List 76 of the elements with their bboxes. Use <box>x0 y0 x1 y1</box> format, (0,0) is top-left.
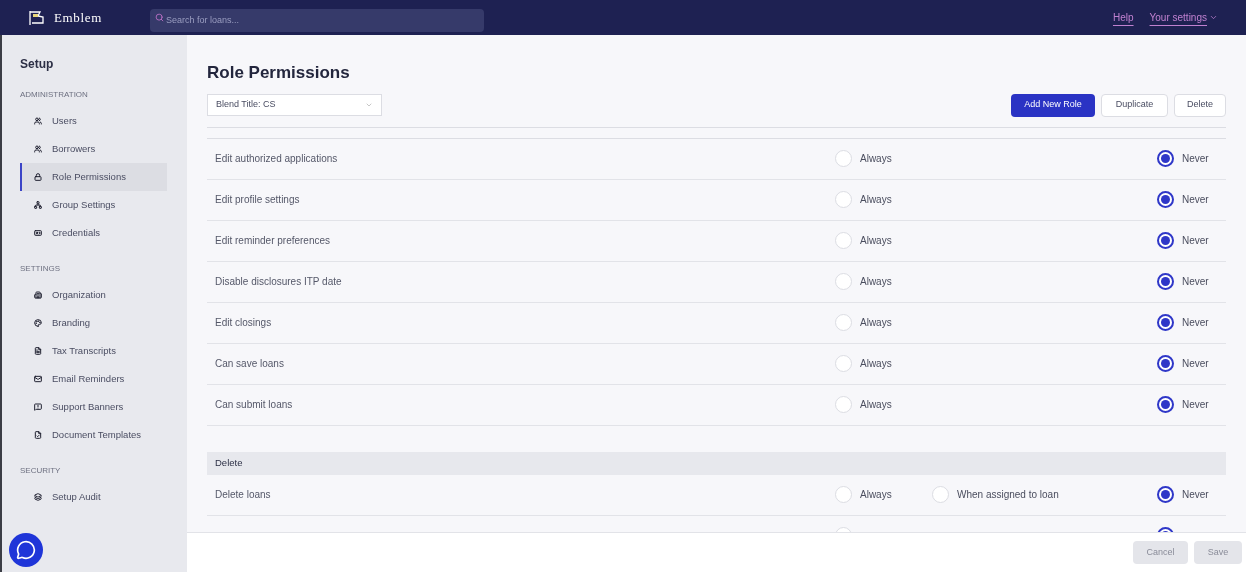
permission-label: Disable disclosures ITP date <box>215 275 343 289</box>
flag-logo-icon <box>28 9 46 26</box>
radio-label: Never <box>1182 234 1209 248</box>
radio-label: Always <box>860 357 892 371</box>
building-icon <box>34 291 42 299</box>
sidebar-heading: SETTINGS <box>19 263 61 275</box>
radio-label: When assigned to loan <box>957 488 1059 502</box>
radio-label: Never <box>1182 152 1209 166</box>
search-field[interactable]: Search for loans... <box>149 8 484 32</box>
sidebar-item[interactable]: Tax Transcripts <box>20 337 167 365</box>
permission-label: Edit authorized applications <box>215 152 339 166</box>
caret-icon <box>1209 13 1218 22</box>
radio-label: Never <box>1182 398 1209 412</box>
sidebar-item[interactable]: Group Settings <box>20 191 167 219</box>
radio-label: Never <box>1182 275 1209 289</box>
section-header: Delete <box>207 451 1226 475</box>
lock-icon <box>34 173 42 181</box>
people-icon <box>34 145 42 153</box>
search-icon <box>154 13 164 22</box>
sidebar-item[interactable]: Role Permissions <box>20 163 167 191</box>
radio-button[interactable] <box>1157 232 1174 249</box>
radio-button[interactable] <box>1157 355 1174 372</box>
permission-label: Can save loans <box>215 357 285 371</box>
role-select[interactable]: Blend Title: CS <box>207 94 382 116</box>
sidebar-item[interactable]: Organization <box>20 281 167 309</box>
radio-button[interactable] <box>1157 150 1174 167</box>
radio-label: Never <box>1182 488 1209 502</box>
radio-label: Always <box>860 234 892 248</box>
palette-icon <box>34 319 42 327</box>
radio-button[interactable] <box>1157 191 1174 208</box>
document-icon <box>34 431 42 439</box>
sidebar-item[interactable]: Branding <box>20 309 167 337</box>
sidebar-item[interactable]: Email Reminders <box>20 365 167 393</box>
nav-link[interactable]: Your settings <box>1149 10 1218 25</box>
sidebar-heading: ADMINISTRATION <box>19 89 89 101</box>
radio-label: Always <box>860 398 892 412</box>
page-title: Role Permissions <box>207 62 351 84</box>
sidebar-title: Setup <box>19 56 55 73</box>
toolbar-button[interactable]: Delete <box>1174 93 1226 117</box>
layers-icon <box>34 493 42 501</box>
sidebar-item[interactable]: Setup Audit <box>20 483 167 511</box>
toolbar-button[interactable]: Add New Role <box>1011 93 1095 117</box>
radio-button[interactable] <box>1157 273 1174 290</box>
radio-label: Never <box>1182 357 1209 371</box>
permission-label: Can submit loans <box>215 398 294 412</box>
radio-button[interactable] <box>1157 396 1174 413</box>
sidebar-item[interactable]: Support Banners <box>20 393 167 421</box>
sidebar-item[interactable]: Borrowers <box>20 135 167 163</box>
chat-icon <box>16 540 36 560</box>
brand-name[interactable]: Emblem <box>54 7 102 28</box>
sidebar-item[interactable]: Document Templates <box>20 421 167 449</box>
sidebar-heading: SECURITY <box>19 465 62 477</box>
document-icon <box>34 347 42 355</box>
sidebar-item[interactable]: Credentials <box>20 219 167 247</box>
radio-label: Always <box>860 488 892 502</box>
radio-label: Always <box>860 152 892 166</box>
permission-label: Edit reminder preferences <box>215 234 332 248</box>
radio-label: Always <box>860 275 892 289</box>
message-icon <box>34 403 42 411</box>
id-card-icon <box>34 229 42 237</box>
people-icon <box>34 117 42 125</box>
caret-icon <box>365 101 373 109</box>
radio-button[interactable] <box>1157 486 1174 503</box>
toolbar-button[interactable]: Duplicate <box>1101 93 1168 117</box>
nav-link[interactable]: Help <box>1112 10 1134 25</box>
permission-label: Edit profile settings <box>215 193 301 207</box>
sidebar-item[interactable]: Users <box>20 107 167 135</box>
radio-label: Always <box>860 316 892 330</box>
permission-label: Edit closings <box>215 316 273 330</box>
radio-label: Never <box>1182 316 1209 330</box>
radio-label: Always <box>860 193 892 207</box>
permission-label: Delete loans <box>215 488 272 502</box>
radio-label: Never <box>1182 193 1209 207</box>
radio-button[interactable] <box>1157 314 1174 331</box>
mail-icon <box>34 375 42 383</box>
network-icon <box>34 201 42 209</box>
